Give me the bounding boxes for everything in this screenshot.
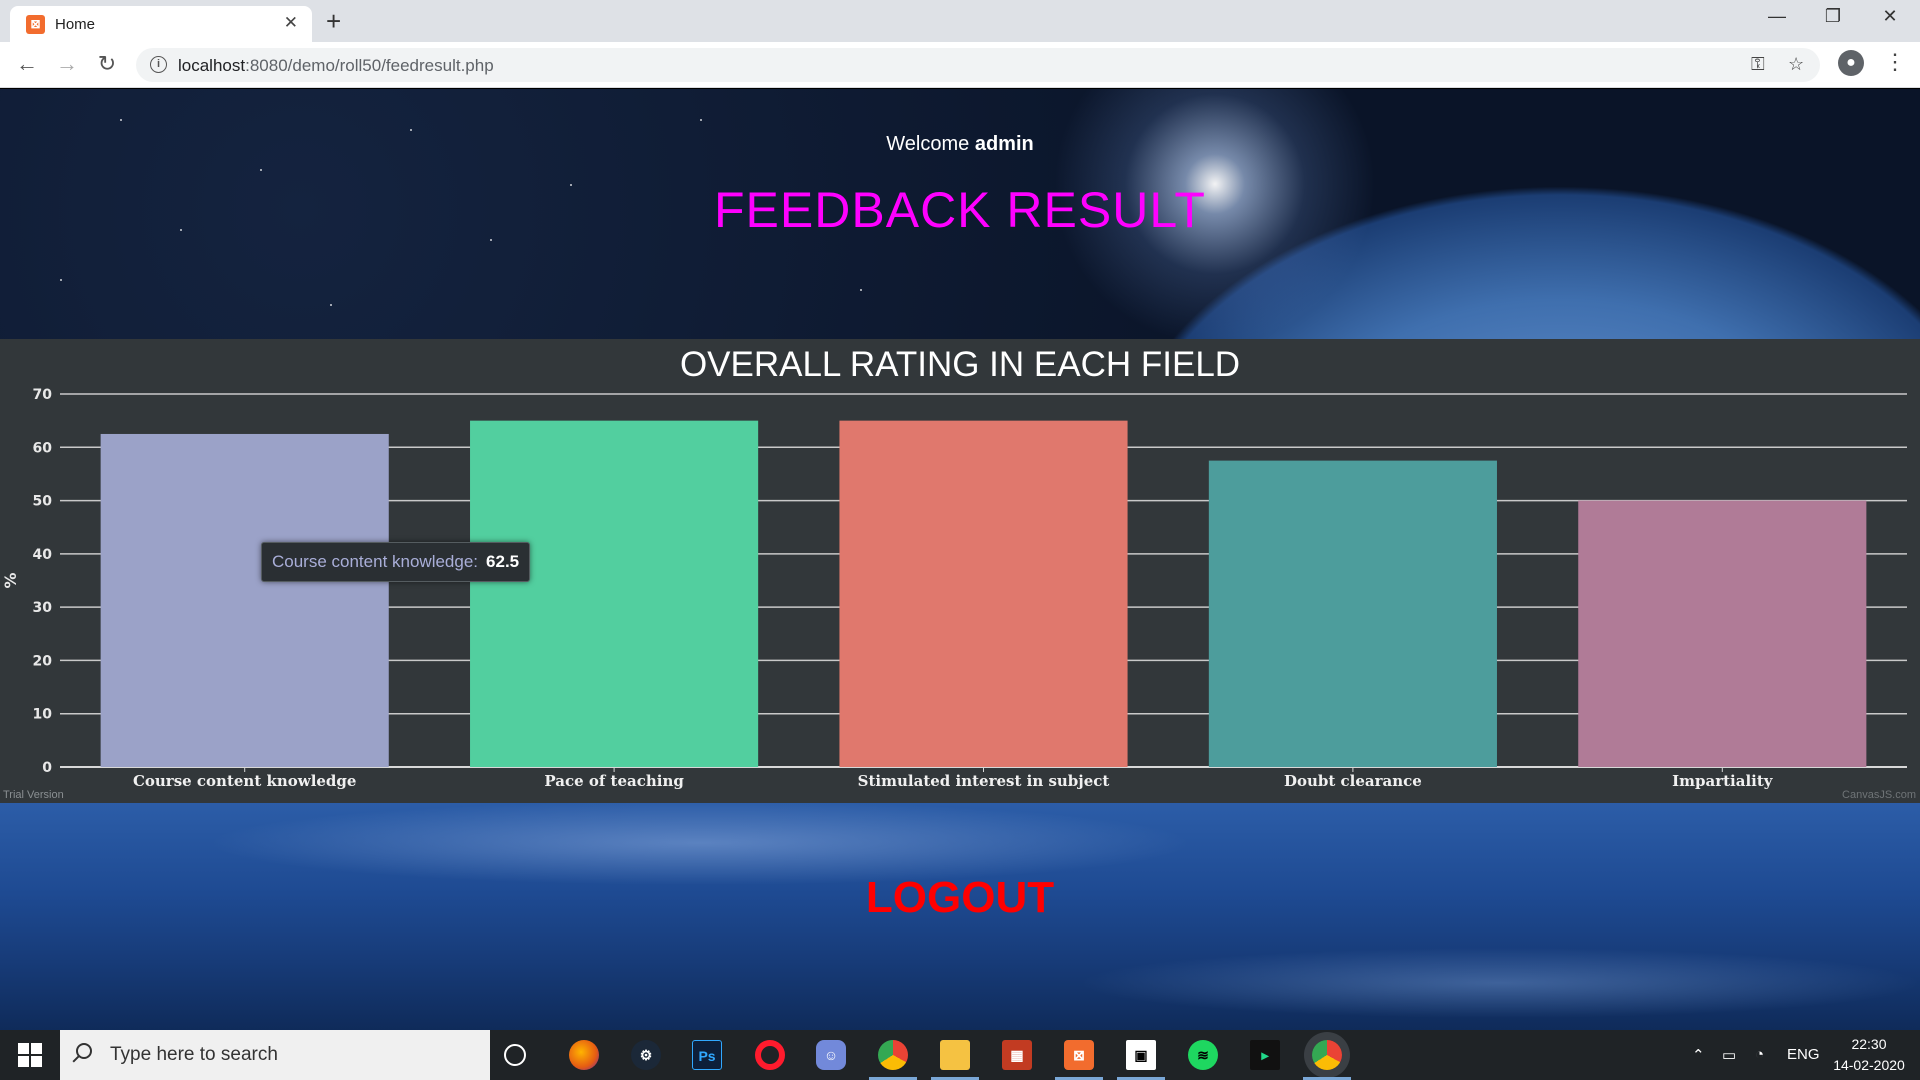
bar (839, 420, 1128, 767)
pycharm-icon[interactable]: ▸ (1250, 1040, 1280, 1070)
tooltip-value: 62.5 (486, 552, 520, 571)
x-tick-label: Impartiality (1672, 772, 1774, 790)
cortana-icon[interactable] (504, 1044, 526, 1066)
clock-date: 14-02-2020 (1833, 1057, 1905, 1073)
trial-version-text: Trial Version (3, 789, 64, 801)
file-explorer-icon[interactable] (940, 1040, 970, 1070)
y-tick-label: 40 (33, 547, 53, 563)
chrome-active-icon[interactable] (1312, 1040, 1342, 1070)
bar (1578, 500, 1867, 767)
y-tick-label: 20 (33, 653, 53, 669)
back-button[interactable]: ← (13, 51, 41, 77)
chrome-icon[interactable] (878, 1040, 908, 1070)
search-icon (76, 1043, 92, 1059)
reload-button[interactable]: ↻ (93, 51, 121, 77)
bar (100, 433, 389, 767)
xampp-favicon-icon: ⊠ (26, 15, 45, 34)
url-field[interactable]: i localhost:8080/demo/roll50/feedresult.… (136, 48, 1820, 82)
page-content: Welcome admin FEEDBACK RESULT OVERALL RA… (0, 89, 1920, 1030)
x-tick-label: Stimulated interest in subject (858, 772, 1110, 790)
x-tick-label: Pace of teaching (544, 772, 684, 790)
app-icon[interactable]: ▦ (1002, 1040, 1032, 1070)
firefox-icon[interactable] (569, 1040, 599, 1070)
menu-icon[interactable]: ⋮ (1884, 49, 1906, 75)
info-icon[interactable]: i (150, 56, 167, 73)
taskbar: Type here to search ⚙ Ps ☺ ▦ ⊠ ▣ ≋ ▸ ⌃ ▭… (0, 1030, 1920, 1080)
star-icon[interactable]: ☆ (1788, 54, 1804, 75)
y-tick-label: 50 (33, 494, 53, 510)
y-tick-label: 0 (42, 760, 52, 776)
logout-link[interactable]: LOGOUT (0, 873, 1920, 923)
wifi-icon[interactable]: ◔ (1755, 1046, 1764, 1063)
chart-panel: OVERALL RATING IN EACH FIELD 0 10 20 30 40 50… (0, 339, 1920, 803)
y-tick-label: 60 (33, 440, 53, 456)
tab-home[interactable]: ⊠ Home ✕ (10, 6, 312, 42)
profile-icon[interactable]: ● (1838, 50, 1864, 76)
y-axis-label: % (1, 572, 20, 588)
show-hidden-icons[interactable]: ⌃ (1692, 1046, 1705, 1064)
canvasjs-credit-link[interactable]: CanvasJS.com (1842, 789, 1916, 801)
y-tick-label: 10 (33, 707, 53, 723)
bar (1208, 460, 1497, 767)
opera-icon[interactable] (755, 1040, 785, 1070)
address-bar: ← → ↻ i localhost:8080/demo/roll50/feedr… (0, 42, 1920, 88)
search-placeholder: Type here to search (110, 1044, 278, 1065)
restore-button[interactable]: ❐ (1813, 6, 1853, 27)
spotify-icon[interactable]: ≋ (1188, 1040, 1218, 1070)
clock-time: 22:30 (1851, 1036, 1887, 1052)
y-tick-label: 30 (33, 600, 53, 616)
y-tick-label: 70 (33, 387, 53, 403)
chart-tooltip: Course content knowledge: 62.5 (261, 542, 531, 582)
forward-button[interactable]: → (53, 51, 81, 77)
steam-icon[interactable]: ⚙ (631, 1040, 661, 1070)
key-icon[interactable]: ⚿ (1751, 54, 1765, 75)
tooltip-label: Course content knowledge: (272, 552, 479, 571)
language-indicator[interactable]: ENG (1787, 1046, 1820, 1063)
battery-icon[interactable]: ▭ (1722, 1046, 1736, 1064)
new-tab-button[interactable]: + (326, 6, 341, 37)
close-tab-icon[interactable]: ✕ (284, 13, 298, 33)
welcome-text: Welcome admin (886, 133, 1034, 155)
discord-icon[interactable]: ☺ (816, 1040, 846, 1070)
photoshop-icon[interactable]: Ps (692, 1040, 722, 1070)
intellij-icon[interactable]: ▣ (1126, 1040, 1156, 1070)
x-tick-label: Doubt clearance (1284, 772, 1422, 790)
minimize-button[interactable]: — (1757, 6, 1797, 27)
xampp-icon[interactable]: ⊠ (1064, 1040, 1094, 1070)
taskbar-search[interactable]: Type here to search (60, 1030, 490, 1080)
clock[interactable]: 22:30 14-02-2020 (1826, 1034, 1912, 1076)
username: admin (974, 133, 1034, 155)
x-tick-label: Course content knowledge (133, 772, 357, 790)
windows-start-icon[interactable] (18, 1043, 42, 1067)
close-window-button[interactable]: ✕ (1870, 6, 1910, 27)
page-title: FEEDBACK RESULT (714, 182, 1206, 238)
tab-bar: ⊠ Home ✕ + — ❐ ✕ (0, 0, 1920, 42)
bar (470, 420, 759, 767)
url-text[interactable]: localhost:8080/demo/roll50/feedresult.ph… (178, 56, 494, 76)
tab-title: Home (55, 16, 96, 33)
